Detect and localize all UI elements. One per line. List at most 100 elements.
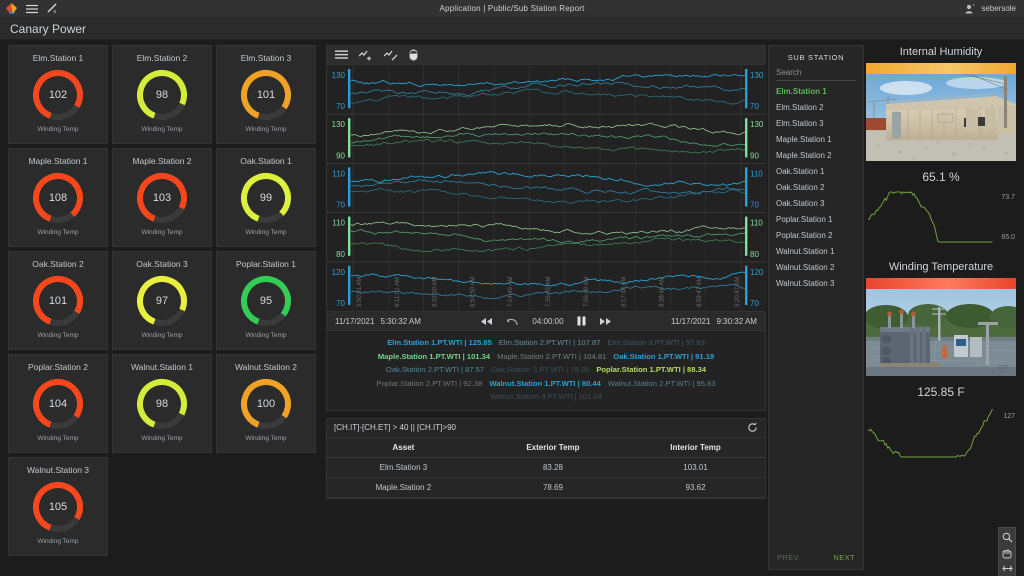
trend-legend: Elm.Station 1.PT.WTI | 125.85 Elm.Station… xyxy=(326,331,766,411)
substation-list-item[interactable]: Oak.Station 2 xyxy=(769,179,863,195)
gauge-card[interactable]: Oak.Station 2 101 Winding Temp xyxy=(8,251,108,350)
hamburger-menu-icon[interactable] xyxy=(26,4,38,14)
table-body: Elm.Station 3 83.28 103.01 Maple.Station 27… xyxy=(327,457,765,498)
top-bar: s Application | Public/Sub Station Repor… xyxy=(0,0,1024,18)
table-row[interactable]: Maple.Station 2 78.69 93.62 xyxy=(327,477,765,498)
legend-item[interactable]: Elm.Station 3.PT.WTI | 97.63 xyxy=(607,338,704,347)
substation-list-item[interactable]: Elm.Station 3 xyxy=(769,115,863,131)
trend-end-date: 11/17/2021 xyxy=(671,316,711,326)
gauge-title: Maple.Station 1 xyxy=(28,156,88,166)
legend-item[interactable]: Oak.Station 3.PT.WTI | 78.35 xyxy=(491,365,589,374)
canary-logo-icon[interactable] xyxy=(6,3,17,14)
magnifier-icon[interactable] xyxy=(1002,532,1013,543)
gauge-value: 100 xyxy=(256,398,276,410)
rewind-icon[interactable] xyxy=(480,317,493,326)
gauge-title: Oak.Station 2 xyxy=(32,259,84,269)
gauge-card[interactable]: Walnut.Station 3 105 Winding Temp xyxy=(8,457,108,556)
substation-list-item[interactable]: Walnut.Station 3 xyxy=(769,275,863,291)
winding-status-bar xyxy=(866,278,1016,289)
gauge-dial: 98 xyxy=(134,67,190,123)
substation-list: Elm.Station 1 Elm.Station 2 Elm.Station 3M… xyxy=(769,83,863,291)
svg-text:130: 130 xyxy=(332,71,346,80)
gauge-card[interactable]: Oak.Station 1 99 Winding Temp xyxy=(216,148,316,247)
gauge-card[interactable]: Poplar.Station 1 95 Winding Temp xyxy=(216,251,316,350)
humidity-title: Internal Humidity xyxy=(899,46,983,58)
substation-list-item[interactable]: Oak.Station 3 xyxy=(769,195,863,211)
substation-list-item[interactable]: Elm.Station 2 xyxy=(769,99,863,115)
legend-item[interactable]: Oak.Station 1.PT.WTI | 91.19 xyxy=(613,352,714,361)
gauge-title: Walnut.Station 1 xyxy=(130,362,194,372)
trend-menu-icon[interactable] xyxy=(335,50,348,60)
humidity-axis-top: 73.7 xyxy=(1001,194,1015,201)
gauge-dial: 108 xyxy=(30,170,86,226)
svg-text:80: 80 xyxy=(336,250,345,259)
gauge-card[interactable]: Maple.Station 2 103 Winding Temp xyxy=(112,148,212,247)
substation-list-item[interactable]: Poplar.Station 1 xyxy=(769,211,863,227)
user-account-icon[interactable]: * xyxy=(965,4,976,14)
table-column-header: Exterior Temp xyxy=(479,437,627,458)
gauge-card[interactable]: Walnut.Station 2 100 Winding Temp xyxy=(216,354,316,453)
svg-text:8:17:48 AM: 8:17:48 AM xyxy=(622,277,628,307)
legend-item[interactable]: Elm.Station 2.PT.WTI | 107.87 xyxy=(499,338,601,347)
building-image xyxy=(866,74,1016,161)
substation-list-item[interactable]: Maple.Station 2 xyxy=(769,147,863,163)
svg-text:130: 130 xyxy=(750,120,764,129)
transformer-photo: EEP xyxy=(866,278,1016,376)
mouse-cursor-icon[interactable] xyxy=(409,49,418,61)
substation-search-input[interactable]: Search xyxy=(776,68,856,81)
table-row[interactable]: Elm.Station 3 83.28 103.01 xyxy=(327,457,765,478)
gauge-card[interactable]: Poplar.Station 2 104 Winding Temp xyxy=(8,354,108,453)
next-button[interactable]: NEXT xyxy=(833,553,855,562)
legend-item[interactable]: Maple.Station 2.PT.WTI | 104.81 xyxy=(497,352,606,361)
legend-item[interactable]: Poplar.Station 1.PT.WTI | 88.34 xyxy=(596,365,706,374)
user-name: sebersole xyxy=(981,4,1016,13)
legend-item[interactable]: Elm.Station 1.PT.WTI | 125.85 xyxy=(387,338,492,347)
svg-text:7:56:49 AM: 7:56:49 AM xyxy=(584,277,590,307)
gauge-card[interactable]: Elm.Station 3 101 Winding Temp xyxy=(216,45,316,144)
gauge-card[interactable]: Walnut.Station 1 98 Winding Temp xyxy=(112,354,212,453)
add-trend-icon[interactable] xyxy=(358,50,373,61)
substation-header: SUB STATION xyxy=(787,53,845,62)
substation-list-item[interactable]: Walnut.Station 2 xyxy=(769,259,863,275)
gauge-card[interactable]: Oak.Station 3 97 Winding Temp xyxy=(112,251,212,350)
svg-text:70: 70 xyxy=(750,102,759,111)
legend-item[interactable]: Oak.Station 2.PT.WTI | 87.57 xyxy=(386,365,484,374)
gauge-label: Winding Temp xyxy=(245,126,287,133)
gauge-dial: 104 xyxy=(30,376,86,432)
svg-text:90: 90 xyxy=(750,151,759,160)
gauge-value: 101 xyxy=(48,295,68,307)
legend-item[interactable]: Poplar.Station 2.PT.WTI | 92.38 xyxy=(377,379,483,388)
pan-icon[interactable] xyxy=(1002,548,1013,559)
gauge-card[interactable]: Maple.Station 1 108 Winding Temp xyxy=(8,148,108,247)
substation-list-item[interactable]: Poplar.Station 2 xyxy=(769,227,863,243)
table-cell: 83.28 xyxy=(479,457,627,478)
substation-list-item[interactable]: Maple.Station 1 xyxy=(769,131,863,147)
svg-text:6:11:51 AM: 6:11:51 AM xyxy=(395,277,401,307)
fast-forward-icon[interactable] xyxy=(599,317,612,326)
legend-item[interactable]: Walnut.Station 1.PT.WTI | 80.44 xyxy=(489,379,601,388)
gauge-value: 98 xyxy=(155,89,169,101)
prev-button[interactable]: PREV xyxy=(777,553,799,562)
pause-icon[interactable] xyxy=(577,316,586,326)
svg-text:8:59:47 AM: 8:59:47 AM xyxy=(697,277,703,307)
gauge-label: Winding Temp xyxy=(37,126,79,133)
trend-pen-icon[interactable]: s xyxy=(47,3,59,15)
gauge-title: Maple.Station 2 xyxy=(132,156,192,166)
gauge-card[interactable]: Elm.Station 2 98 Winding Temp xyxy=(112,45,212,144)
substation-list-item[interactable]: Oak.Station 1 xyxy=(769,163,863,179)
edit-trend-icon[interactable] xyxy=(383,50,398,61)
gauge-value: 108 xyxy=(48,192,68,204)
legend-item[interactable]: Walnut.Station 3.PT.WTI | 101.04 xyxy=(490,392,602,401)
trend-plot-area[interactable]: 130 70 130 70 130 90 130 90 110 70 110 70 110 80 110 80… xyxy=(327,65,767,311)
substation-list-item[interactable]: Elm.Station 1 xyxy=(769,83,863,99)
fit-width-icon[interactable] xyxy=(1001,564,1013,573)
window-title: Application | Public/Sub Station Report xyxy=(439,4,585,13)
gauge-dial: 102 xyxy=(30,67,86,123)
gauge-card[interactable]: Elm.Station 1 102 Winding Temp xyxy=(8,45,108,144)
substation-list-item[interactable]: Walnut.Station 1 xyxy=(769,243,863,259)
refresh-icon[interactable] xyxy=(747,422,758,433)
gauge-label: Winding Temp xyxy=(141,332,183,339)
legend-item[interactable]: Walnut.Station 2.PT.WTI | 95.83 xyxy=(608,379,716,388)
undo-icon[interactable] xyxy=(506,317,519,326)
legend-item[interactable]: Maple.Station 1.PT.WTI | 101.34 xyxy=(378,352,490,361)
